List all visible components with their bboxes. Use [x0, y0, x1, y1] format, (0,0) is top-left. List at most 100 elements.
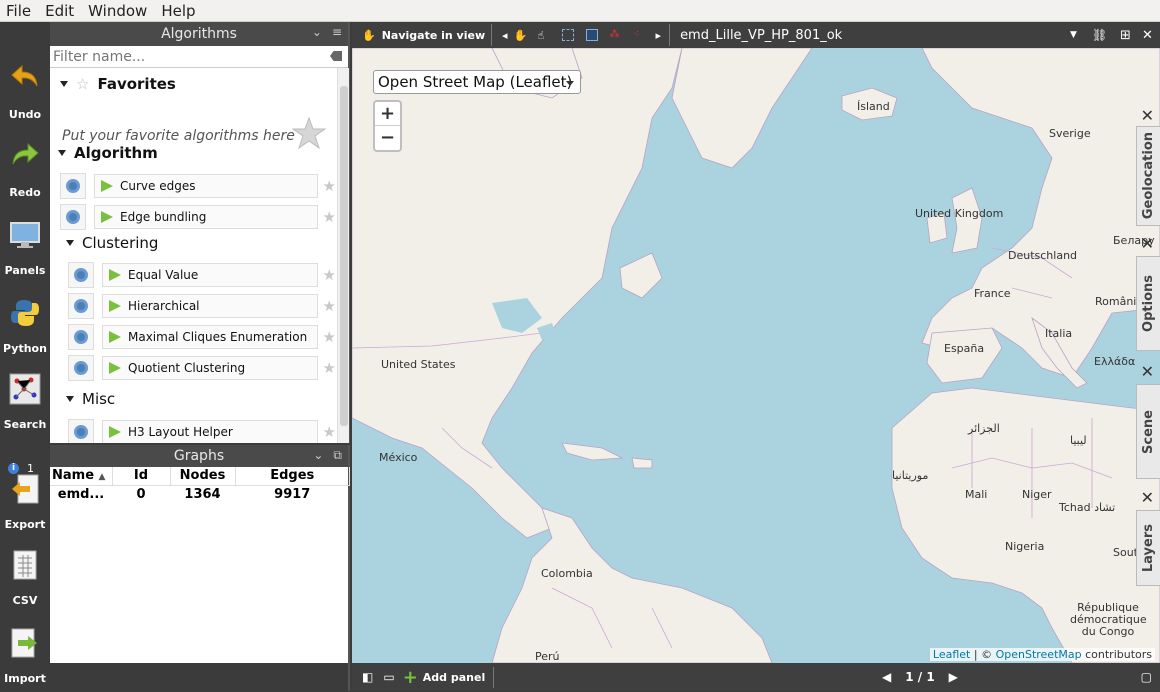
favorite-star-icon[interactable]: ★ [323, 423, 336, 441]
run-algorithm-button[interactable]: Equal Value [102, 263, 318, 287]
algorithm-tree: ☆ Favorites Put your favorite algorithms… [50, 68, 336, 443]
graph-nodes-cell: 1364 [184, 486, 221, 502]
clustering-header[interactable]: Clustering [66, 234, 158, 252]
tab-options[interactable]: Options [1136, 256, 1160, 351]
gear-icon[interactable] [60, 173, 86, 199]
plus-icon: + [402, 666, 418, 688]
search-button[interactable]: Search [0, 364, 50, 438]
select-hand-icon[interactable]: ☝ [538, 29, 550, 42]
node-select-icon[interactable]: ⁂ [610, 29, 622, 41]
gear-icon[interactable] [60, 204, 86, 230]
rect-select-icon[interactable] [561, 29, 574, 41]
close-view-icon[interactable]: ✕ [1142, 28, 1153, 43]
scroll-right-icon[interactable]: ▸ [656, 29, 662, 42]
basemap-select[interactable]: Open Street Map (Leaflet) [373, 70, 581, 94]
algorithm-label: Curve edges [120, 179, 196, 193]
close-icon[interactable]: ✕ [1141, 488, 1154, 507]
favorite-star-icon[interactable]: ★ [323, 328, 336, 346]
favorite-star-icon[interactable]: ★ [323, 297, 336, 315]
favorite-star-icon[interactable]: ★ [323, 359, 336, 377]
filter-input[interactable] [53, 48, 313, 65]
import-button[interactable]: Import [0, 618, 50, 692]
leaflet-link[interactable]: Leaflet [933, 648, 970, 661]
gear-icon[interactable] [68, 355, 94, 381]
export-button[interactable]: Export [0, 464, 50, 538]
favorite-star-icon[interactable]: ★ [323, 266, 336, 284]
graph-dropdown-icon[interactable]: ▼ [1070, 30, 1077, 40]
python-button[interactable]: Python [0, 288, 50, 362]
column-header-id[interactable]: Id [112, 467, 171, 486]
detach-icon[interactable]: ⧉ [333, 448, 342, 463]
misc-header[interactable]: Misc [66, 390, 115, 408]
single-view-icon[interactable]: ▭ [383, 670, 394, 684]
gear-icon[interactable] [68, 262, 94, 288]
run-algorithm-button[interactable]: Maximal Cliques Enumeration [102, 325, 318, 349]
run-algorithm-button[interactable]: Hierarchical [102, 294, 318, 318]
gear-icon[interactable] [68, 419, 94, 443]
expand-icon [66, 396, 74, 402]
graph-selector[interactable]: emd_Lille_VP_HP_801_ok [680, 28, 842, 43]
toggle-sidebar-icon[interactable]: ◧ [362, 670, 373, 684]
close-icon[interactable]: ✕ [1141, 234, 1154, 253]
column-header-edges[interactable]: Edges [235, 467, 350, 486]
tab-scene[interactable]: Scene [1136, 384, 1160, 479]
link-icon[interactable]: ⛓ [1092, 28, 1107, 42]
tab-geolocation[interactable]: Geolocation [1136, 126, 1160, 226]
algorithm-row: Quotient Clustering ★ [68, 355, 336, 381]
expand-icon [60, 81, 68, 87]
view-options-icon[interactable]: ⊞ [1120, 28, 1131, 43]
gear-icon[interactable] [68, 324, 94, 350]
close-icon[interactable]: ✕ [1141, 106, 1154, 125]
grid-select-icon[interactable] [585, 29, 598, 41]
favorite-star-icon[interactable]: ★ [323, 208, 336, 226]
menu-help[interactable]: Help [155, 2, 201, 20]
redo-button[interactable]: Redo [0, 130, 50, 204]
algorithm-scrollbar[interactable] [337, 68, 349, 443]
menu-file[interactable]: File [0, 2, 37, 20]
menu-window[interactable]: Window [82, 2, 153, 20]
zoom-in-button[interactable]: + [375, 102, 400, 126]
map-label-iceland: Ísland [857, 100, 890, 113]
scroll-left-icon[interactable]: ◂ [502, 29, 508, 42]
tab-layers[interactable]: Layers [1136, 510, 1160, 586]
gear-icon[interactable] [68, 293, 94, 319]
column-header-nodes[interactable]: Nodes [170, 467, 236, 486]
zoom-out-button[interactable]: − [375, 126, 400, 150]
fullscreen-icon[interactable]: ▢ [1141, 670, 1152, 684]
edge-select-icon[interactable]: ⁖ [634, 29, 646, 41]
osm-link[interactable]: OpenStreetMap [996, 648, 1082, 661]
run-algorithm-button[interactable]: Curve edges [94, 174, 318, 198]
table-row[interactable]: emd... 0 1364 9917 [50, 485, 350, 503]
pan-hand-icon[interactable]: ✋ [514, 29, 528, 42]
map-label-mauritania: موريتانيا [892, 469, 929, 482]
clear-filter-icon[interactable] [330, 51, 342, 61]
navigate-label: Navigate in view [381, 28, 486, 42]
menu-edit[interactable]: Edit [39, 2, 80, 20]
favorites-header[interactable]: ☆ Favorites [60, 75, 176, 93]
close-icon[interactable]: ✕ [1141, 362, 1154, 381]
map-label-nigeria: Nigeria [1005, 540, 1045, 553]
prev-page-icon[interactable]: ◀ [882, 670, 891, 684]
python-icon [8, 296, 42, 330]
panels-button[interactable]: Panels [0, 210, 50, 284]
graphs-table: Name ▲ Id Nodes Edges emd... 0 1364 9917 [50, 467, 350, 503]
map-label-mali: Mali [965, 488, 988, 501]
column-header-name[interactable]: Name ▲ [50, 467, 113, 486]
next-page-icon[interactable]: ▶ [949, 670, 958, 684]
navigate-in-view-button[interactable]: ✋ Navigate in view [352, 24, 492, 46]
algorithm-section-header[interactable]: Algorithm [58, 144, 158, 162]
favorite-star-icon[interactable]: ★ [323, 177, 336, 195]
add-panel-button[interactable]: + Add panel [402, 666, 495, 688]
undo-button[interactable]: Undo [0, 52, 50, 126]
run-algorithm-button[interactable]: H3 Layout Helper [102, 420, 318, 443]
map-attribution: Leaflet | © OpenStreetMap contributors [929, 648, 1155, 661]
collapse-icon[interactable]: ⌄ [313, 448, 323, 463]
algorithm-row: Hierarchical ★ [68, 293, 336, 319]
run-algorithm-button[interactable]: Edge bundling [94, 205, 318, 229]
search-graph-icon [8, 372, 42, 406]
menu-icon[interactable]: ≡ [332, 25, 342, 39]
geographic-map-view[interactable]: Ísland Sverige United Kingdom Deutschlan… [352, 48, 1160, 663]
csv-button[interactable]: CSV [0, 540, 50, 614]
collapse-icon[interactable]: ⌄ [312, 25, 322, 39]
run-algorithm-button[interactable]: Quotient Clustering [102, 356, 318, 380]
